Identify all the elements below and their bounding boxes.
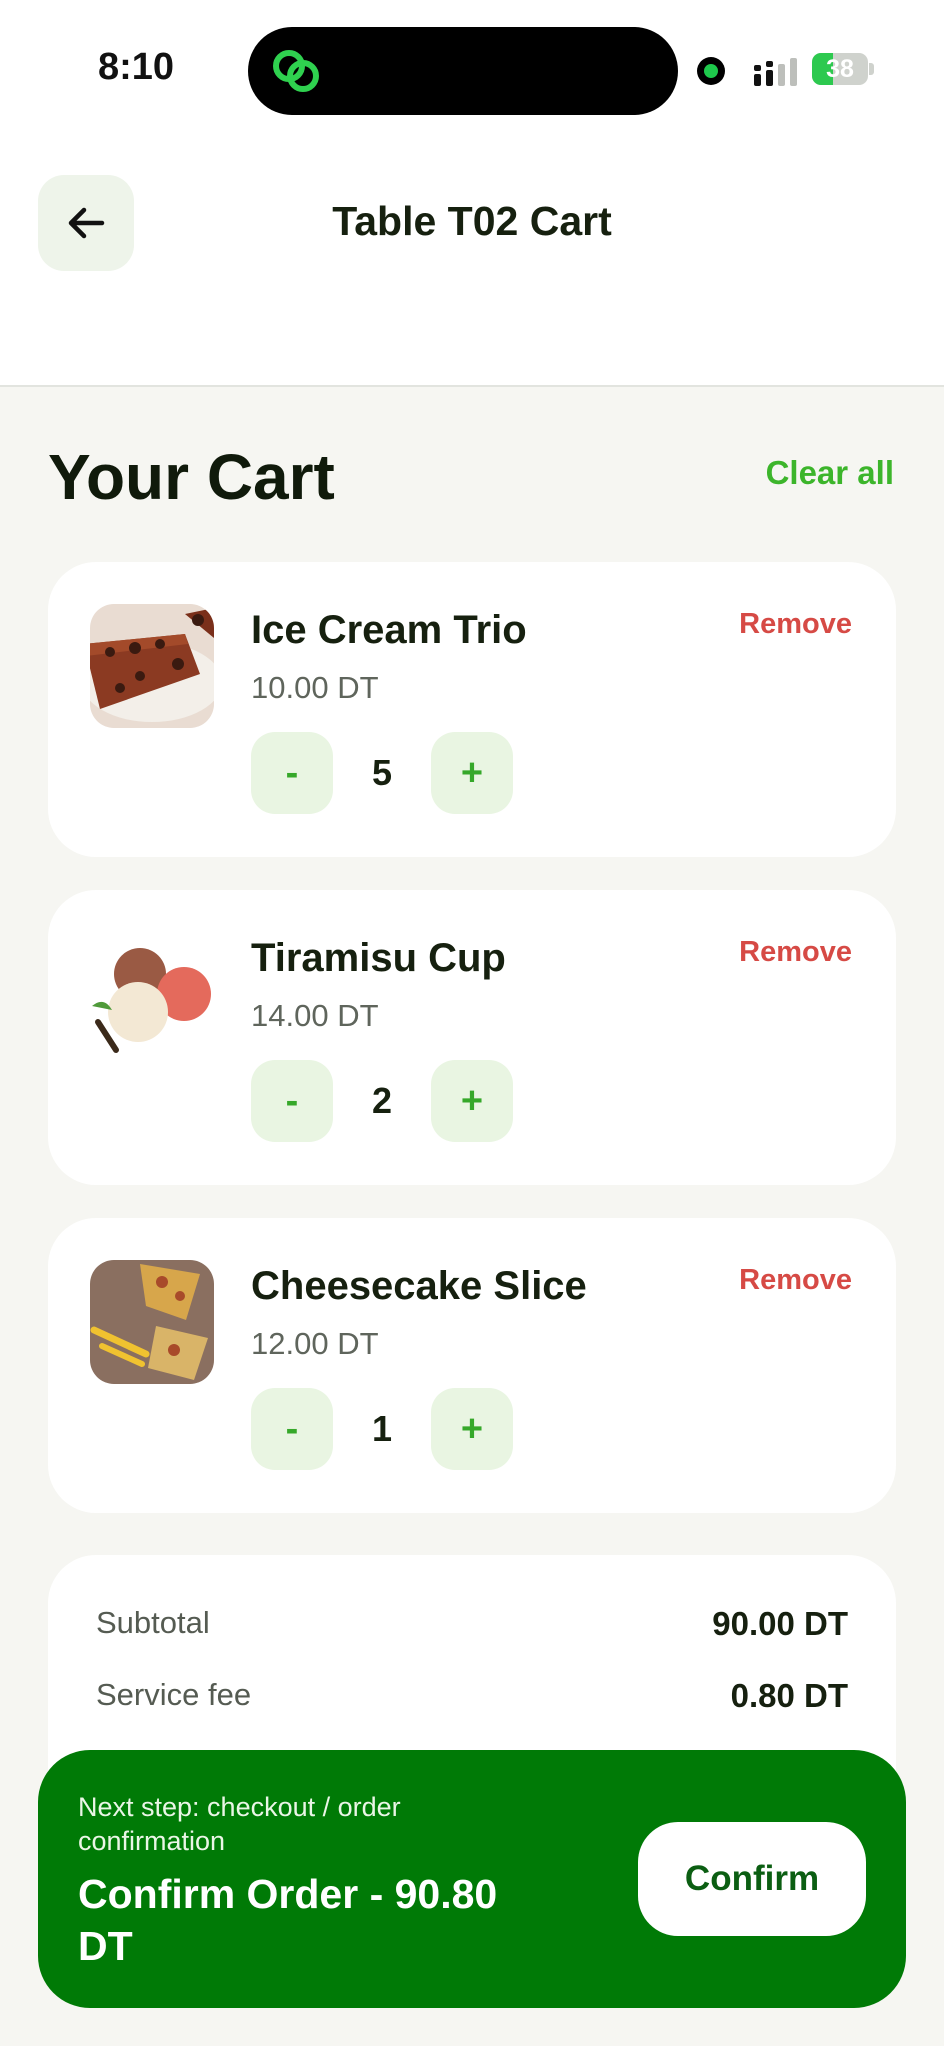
next-step-hint: Next step: checkout / order confirmation [78, 1792, 401, 1856]
recording-indicator-icon [697, 57, 725, 85]
battery-cap [869, 63, 874, 75]
chocolate-cake-image [90, 604, 214, 728]
quantity-value: 5 [371, 752, 393, 793]
cart-heading: Your Cart [48, 441, 335, 513]
dynamic-island [248, 27, 678, 115]
increase-quantity-button[interactable]: + [431, 1060, 513, 1142]
battery-percent: 38 [826, 55, 854, 83]
checkout-bar: Next step: checkout / order confirmation… [38, 1750, 906, 2008]
item-price: 14.00 DT [251, 998, 379, 1033]
ice-cream-image [90, 932, 214, 1056]
item-price: 10.00 DT [251, 670, 379, 705]
confirm-button[interactable]: Confirm [638, 1822, 866, 1936]
confirm-order-total: Confirm Order - 90.80 DT [78, 1871, 498, 1969]
decrease-quantity-button[interactable]: - [251, 732, 333, 814]
service-fee-label: Service fee [96, 1677, 252, 1712]
remove-button[interactable]: Remove [739, 1264, 852, 1297]
item-name: Tiramisu Cup [251, 936, 506, 980]
app-header: 8:10 38 Table T02 Cart [0, 0, 944, 387]
increase-quantity-button[interactable]: + [431, 732, 513, 814]
remove-button[interactable]: Remove [739, 608, 852, 641]
decrease-quantity-button[interactable]: - [251, 1060, 333, 1142]
subtotal-value: 90.00 DT [712, 1605, 848, 1642]
increase-quantity-button[interactable]: + [431, 1388, 513, 1470]
item-price: 12.00 DT [251, 1326, 379, 1361]
subtotal-label: Subtotal [96, 1605, 210, 1640]
pizza-image [90, 1260, 214, 1384]
item-name: Cheesecake Slice [251, 1264, 587, 1308]
clear-all-button[interactable]: Clear all [766, 454, 894, 492]
cart-item-card: Tiramisu Cup 14.00 DT Remove - 2 + [48, 890, 896, 1185]
service-fee-value: 0.80 DT [730, 1677, 848, 1714]
cart-item-card: Cheesecake Slice 12.00 DT Remove - 1 + [48, 1218, 896, 1513]
quantity-value: 1 [371, 1408, 393, 1449]
battery-icon: 38 [812, 53, 868, 85]
cart-item-card: Ice Cream Trio 10.00 DT Remove - 5 + [48, 562, 896, 857]
link-icon [273, 50, 319, 92]
status-time: 8:10 [98, 46, 175, 88]
page-title: Table T02 Cart [332, 198, 612, 244]
signal-icon [754, 58, 797, 86]
quantity-value: 2 [371, 1080, 393, 1121]
decrease-quantity-button[interactable]: - [251, 1388, 333, 1470]
remove-button[interactable]: Remove [739, 936, 852, 969]
item-name: Ice Cream Trio [251, 608, 527, 652]
